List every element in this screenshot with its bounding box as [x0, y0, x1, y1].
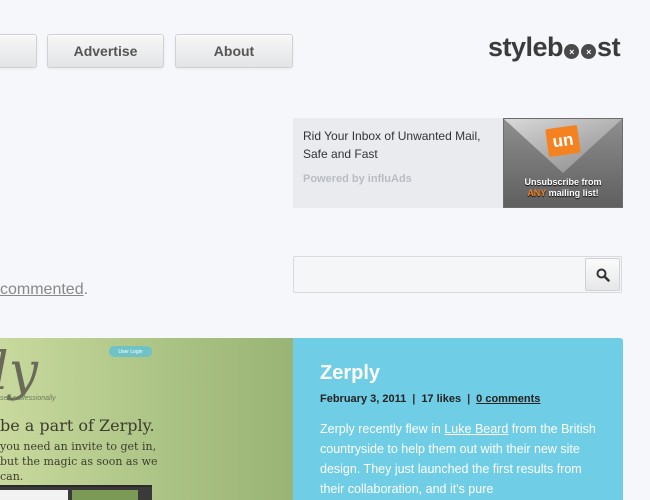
ad-image[interactable]: un Unsubscribe from ANY mailing list!	[503, 118, 623, 208]
unsubscribe-logo-icon: un	[545, 124, 581, 158]
screenshot-form	[0, 485, 152, 500]
meta-divider: |	[467, 393, 471, 405]
luke-beard-link[interactable]: Luke Beard	[444, 422, 508, 436]
comment-line: commented.	[0, 281, 88, 299]
screenshot-form-button	[72, 490, 138, 500]
search-icon	[596, 268, 610, 282]
ad-banner[interactable]: Rid Your Inbox of Unwanted Mail, Safe an…	[293, 118, 623, 208]
meta-divider: |	[412, 393, 416, 405]
post-title[interactable]: Zerply	[320, 362, 380, 385]
nav-item-advertise[interactable]: Advertise	[47, 34, 164, 68]
screenshot-tagline: self professionally	[0, 395, 56, 402]
screenshot-logo: ly	[0, 342, 39, 402]
search-box	[293, 256, 622, 293]
post-body-text: Zerply recently flew in	[320, 422, 445, 436]
commented-link[interactable]: commented	[0, 281, 84, 298]
screenshot-form-input	[0, 490, 68, 500]
screenshot-login-button: User Login	[109, 346, 152, 357]
ad-caption-line1: Unsubscribe from	[524, 177, 602, 187]
post-date: February 3, 2011	[320, 393, 407, 405]
screenshot-body: you need an invite to get in, but the ma…	[0, 440, 158, 483]
logo-o-icon: ×	[581, 44, 597, 59]
ad-caption-line2: mailing list!	[546, 188, 599, 198]
logo-o-icon: ×	[564, 44, 580, 59]
post-comments-link[interactable]: 0 comments	[476, 393, 540, 405]
search-button[interactable]	[585, 258, 620, 291]
ad-image-caption: Unsubscribe from ANY mailing list!	[504, 177, 622, 199]
nav-item-partial[interactable]	[0, 34, 37, 68]
ad-caption-any: ANY	[527, 188, 547, 198]
logo-text-start: styleb	[488, 32, 564, 62]
site-logo[interactable]: styleb × × st	[488, 32, 621, 63]
search-input[interactable]	[294, 257, 584, 292]
post-likes: 17 likes	[421, 393, 462, 405]
nav-item-about[interactable]: About	[175, 34, 293, 68]
comment-line-suffix: .	[83, 281, 89, 298]
post-meta: February 3, 2011 | 17 likes | 0 comments	[320, 393, 540, 405]
ad-powered-by[interactable]: Powered by influAds	[303, 173, 412, 185]
post-screenshot[interactable]: ly User Login self professionally be a p…	[0, 338, 293, 500]
logo-text-end: st	[597, 32, 621, 62]
nav-item-label: Advertise	[73, 43, 138, 59]
post-body: Zerply recently flew in Luke Beard from …	[320, 419, 605, 499]
nav-item-label: About	[213, 43, 255, 59]
post-card: Zerply February 3, 2011 | 17 likes | 0 c…	[293, 338, 623, 500]
ad-text[interactable]: Rid Your Inbox of Unwanted Mail, Safe an…	[303, 127, 493, 163]
screenshot-heading: be a part of Zerply.	[0, 416, 155, 435]
